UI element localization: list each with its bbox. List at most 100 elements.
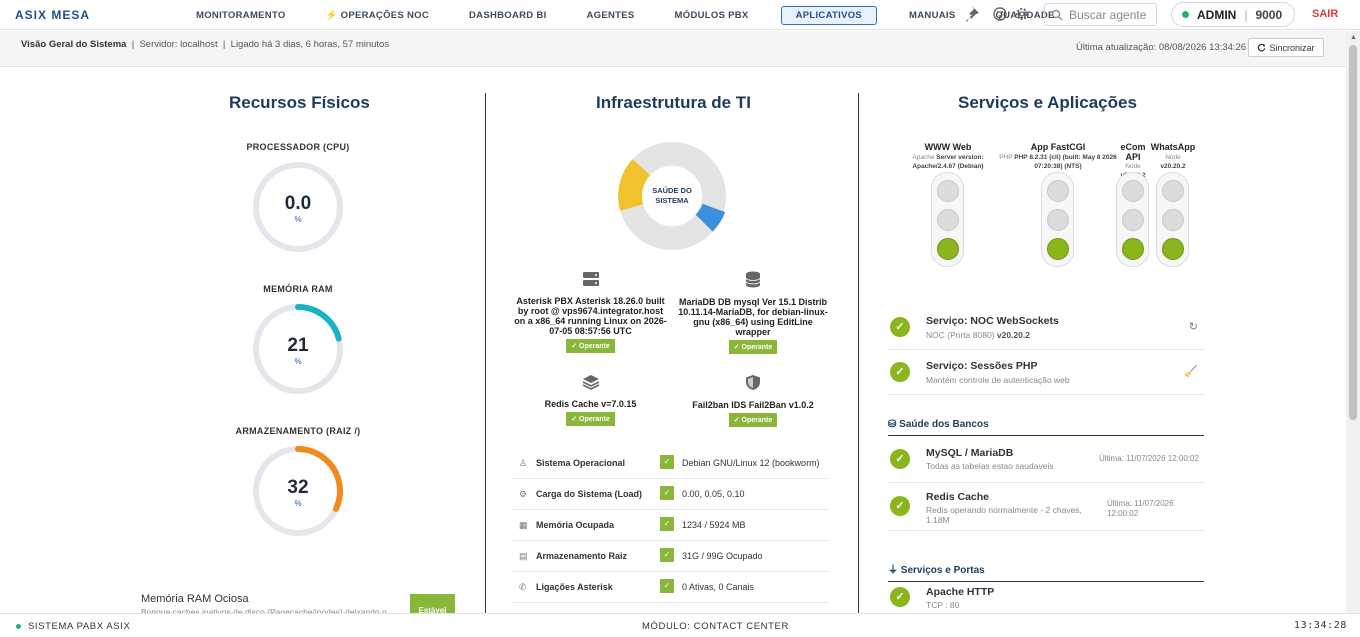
scroll-up-arrow[interactable]: ▲ (1350, 34, 1357, 41)
lamp-red (1047, 180, 1069, 202)
cpu-gauge-label: PROCESSADOR (CPU) (246, 142, 350, 152)
service-noc-desc-text: NOC (Porta 8080) (926, 330, 995, 340)
nav-dashboard-bi[interactable]: DASHBOARD BI (461, 6, 555, 25)
db-health-header: ⛁ Saúde dos Bancos (888, 419, 1204, 436)
light-ecom-name: eCom API (1120, 142, 1146, 162)
main-nav: MONITORAMENTO ⚡ OPERAÇÕES NOC DASHBOARD … (188, 5, 1087, 25)
status-footer: SISTEMA PABX ASIX MÓDULO: CONTACT CENTER… (0, 613, 1360, 637)
ok-check-icon: ✓ (890, 362, 910, 382)
service-php-desc: Mantém controle de autenticação web (926, 375, 1070, 385)
footer-system: SISTEMA PABX ASIX (16, 621, 130, 632)
check-icon: ✓ (660, 455, 674, 469)
ok-check-icon: ✓ (890, 449, 910, 469)
footer-module: MÓDULO: CONTACT CENTER (642, 621, 789, 632)
lamp-green (937, 238, 959, 260)
lamp-yellow (1047, 209, 1069, 231)
light-www-sub-label: Apache (912, 154, 935, 161)
pin-icon[interactable] (964, 4, 986, 29)
ram-gauge: 21 % (251, 302, 345, 396)
palette-icon[interactable] (992, 4, 1008, 29)
service-noc-desc: NOC (Porta 8080) v20.20.2 (926, 330, 1030, 340)
system-overview-info: Visão Geral do Sistema | Servidor: local… (21, 39, 390, 50)
user-extension: 9000 (1255, 7, 1283, 22)
check-icon: ✓ (660, 579, 674, 593)
info-calls-label: Ligações Asterisk (536, 582, 613, 592)
storage-gauge-label: ARMAZENAMENTO (RAIZ /) (235, 426, 361, 436)
gear-icon[interactable] (1014, 4, 1030, 29)
nav-modulos-pbx[interactable]: MÓDULOS PBX (667, 6, 757, 25)
search-agent-input[interactable]: Buscar agente (1044, 3, 1157, 26)
cpu-icon: ⚙ (519, 489, 528, 499)
info-row-load: ⚙ Carga do Sistema (Load) ✓ 0.00, 0.05, … (513, 479, 828, 510)
info-storage-value: 31G / 99G Ocupado (682, 551, 763, 561)
column-divider-2 (858, 93, 859, 613)
service-php-sessions: ✓ Serviço: Sessões PHP Mantém controle d… (888, 350, 1204, 395)
ok-check-icon: ✓ (890, 496, 910, 516)
footer-clock: 13:34:28 (1294, 620, 1347, 631)
lamp-red (1122, 180, 1144, 202)
broom-icon[interactable]: 🧹 (1184, 365, 1198, 378)
refresh-icon[interactable]: ↻ (1189, 320, 1198, 333)
light-fastcgi-sub-label: PHP (999, 154, 1013, 161)
ok-check-icon: ✓ (890, 587, 910, 607)
traffic-light-whatsapp (1156, 172, 1189, 267)
online-status-dot (1182, 11, 1189, 18)
service-noc-websockets: ✓ Serviço: NOC WebSockets NOC (Porta 808… (888, 305, 1204, 350)
traffic-light-www (931, 172, 964, 267)
db-redis-desc: Redis operando normalmente - 2 chaves, 1… (926, 505, 1082, 525)
light-whatsapp-version: v20.20.2 (1160, 163, 1186, 170)
port-apache-desc: TCP : 80 (926, 600, 960, 610)
info-load-label: Carga do Sistema (Load) (536, 489, 643, 499)
nav-agentes[interactable]: AGENTES (579, 6, 643, 25)
light-whatsapp-sub: Node v20.20.2 (1153, 153, 1193, 171)
light-fastcgi-version: PHP 8.2.31 (cli) (built: May 8 2026 07:2… (1014, 154, 1117, 170)
brand-logo[interactable]: ASIX MESA (15, 8, 90, 22)
info-calls-value: 0 Ativas, 0 Canais (682, 582, 755, 592)
ram-value: 21 (287, 335, 309, 356)
logout-button[interactable]: SAIR (1312, 8, 1338, 20)
server-icon (513, 271, 668, 292)
port-apache: ✓ Apache HTTP TCP : 80 (888, 579, 1204, 613)
search-icon (1051, 9, 1063, 20)
info-os-label: Sistema Operacional (536, 458, 626, 468)
scrollbar[interactable]: ▲ (1346, 31, 1360, 613)
service-redis-status: ✓ Operante (566, 412, 615, 426)
db-mysql-timestamp: Última: 11/07/2026 12:00:02 (1099, 454, 1199, 463)
storage-value: 32 (287, 477, 309, 498)
donut-segment-info (695, 203, 726, 232)
traffic-light-ecom (1116, 172, 1149, 267)
nav-monitoramento[interactable]: MONITORAMENTO (188, 6, 294, 25)
lamp-red (1162, 180, 1184, 202)
disk-icon: ▤ (519, 551, 528, 561)
check-icon: ✓ (660, 486, 674, 500)
ok-check-icon: ✓ (890, 317, 910, 337)
ram-unit: % (294, 357, 302, 366)
lamp-yellow (1122, 209, 1144, 231)
info-memory-label: Memória Ocupada (536, 520, 615, 530)
nav-aplicativos[interactable]: APLICATIVOS (780, 5, 878, 25)
db-mysql: ✓ MySQL / MariaDB Todas as tabelas estao… (888, 437, 1204, 483)
service-mariadb: MariaDB DB mysql Ver 15.1 Distrib 10.11.… (678, 271, 828, 354)
nav-operacoes-noc[interactable]: ⚡ OPERAÇÕES NOC (318, 6, 437, 25)
cpu-value: 0.0 (284, 193, 312, 214)
port-apache-title: Apache HTTP (926, 586, 995, 598)
column-divider-1 (485, 93, 486, 613)
phone-icon: ✆ (519, 582, 527, 592)
info-row-os: ♙ Sistema Operacional ✓ Debian GNU/Linux… (513, 448, 828, 479)
user-badge[interactable]: ADMIN | 9000 (1171, 2, 1295, 27)
light-www-name: WWW Web (924, 142, 972, 152)
search-placeholder: Buscar agente (1069, 7, 1147, 22)
lamp-yellow (937, 209, 959, 231)
sync-button[interactable]: Sincronizar (1248, 38, 1324, 57)
system-overview-bar: Visão Geral do Sistema | Servidor: local… (0, 31, 1346, 67)
scrollbar-thumb[interactable] (1349, 45, 1357, 420)
uptime-info: Ligado há 3 dias, 6 horas, 57 minutos (230, 39, 390, 50)
memory-icon: ▦ (519, 520, 528, 530)
ram-gauge-label: MEMÓRIA RAM (263, 284, 333, 294)
light-www-sub: Apache Server version: Apache/2.4.67 (De… (898, 153, 998, 171)
cpu-gauge: 0.0 % (251, 160, 345, 254)
nav-manuais[interactable]: MANUAIS (901, 6, 963, 25)
shield-icon (678, 374, 828, 396)
system-health-donut: SAÚDE DO SISTEMA (618, 142, 726, 250)
light-whatsapp-sub-label: Node (1165, 154, 1181, 161)
